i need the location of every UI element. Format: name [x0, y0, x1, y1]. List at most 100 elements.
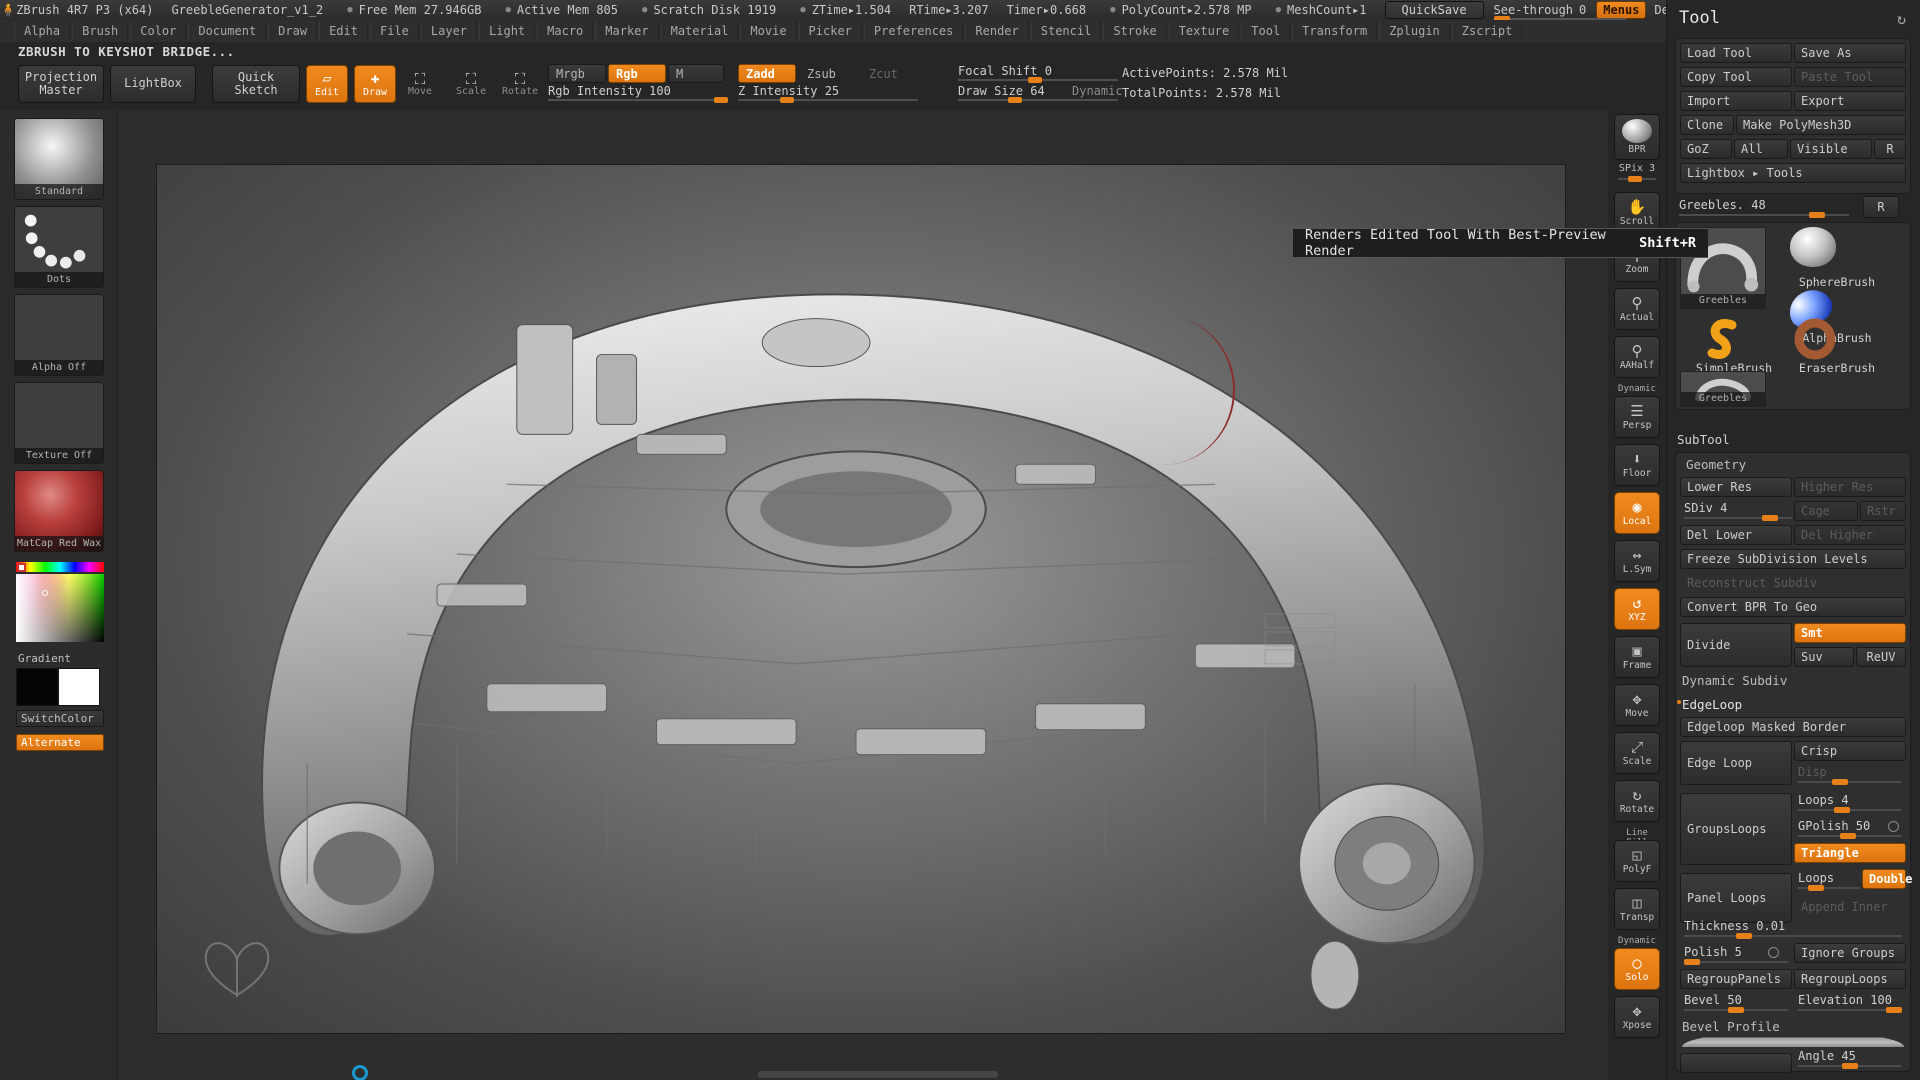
zcut-toggle[interactable]: Zcut: [862, 64, 920, 83]
menu-item-picker[interactable]: Picker: [798, 22, 862, 40]
append-inner-button[interactable]: Append Inner: [1794, 897, 1906, 917]
z-intensity-knob[interactable]: [780, 97, 794, 103]
higher-res-button[interactable]: Higher Res: [1794, 477, 1906, 497]
zadd-toggle[interactable]: Zadd: [738, 64, 796, 83]
greebles-r-button[interactable]: R: [1863, 196, 1899, 218]
copy-tool-button[interactable]: Copy Tool: [1680, 67, 1792, 87]
polyf-button[interactable]: ◱ PolyF: [1614, 840, 1660, 882]
gpolish-knob[interactable]: [1840, 833, 1856, 839]
texture-swatch[interactable]: Texture Off: [14, 382, 104, 464]
subtool-section-header[interactable]: SubTool: [1677, 432, 1730, 447]
edge-loop-button[interactable]: Edge Loop: [1680, 741, 1792, 785]
document-canvas[interactable]: [156, 164, 1566, 1080]
sdiv-slider[interactable]: SDiv 4: [1684, 501, 1792, 521]
canvas-area[interactable]: Renders Edited Tool With Best-Preview Re…: [118, 110, 1708, 1080]
xyz-button[interactable]: ↺ XYZ: [1614, 588, 1660, 630]
lightbox-button[interactable]: LightBox: [110, 65, 196, 103]
rgb-intensity-knob[interactable]: [714, 97, 728, 103]
rotate-button[interactable]: ↻ Rotate: [1614, 780, 1660, 822]
move-button[interactable]: ⛶ Move: [408, 70, 432, 97]
greebles-slider[interactable]: Greebles. 48: [1679, 198, 1849, 218]
tool-thumb-greebles-small[interactable]: Greebles: [1680, 371, 1766, 407]
focal-shift-knob[interactable]: [1028, 77, 1042, 83]
del-lower-button[interactable]: Del Lower: [1680, 525, 1792, 545]
panel-loops-slider[interactable]: Loops: [1798, 871, 1860, 891]
bevel-slider[interactable]: Bevel 50: [1684, 993, 1788, 1013]
elevation-knob[interactable]: [1886, 1007, 1902, 1013]
disp-slider-knob[interactable]: [1832, 779, 1848, 785]
menu-item-brush[interactable]: Brush: [72, 22, 129, 40]
reset-icon[interactable]: ↻: [1897, 10, 1906, 28]
xpose-button[interactable]: ✥ Xpose: [1614, 996, 1660, 1038]
tool-thumb-spherebrush[interactable]: [1782, 227, 1844, 273]
double-button[interactable]: Double: [1862, 869, 1912, 889]
thickness-knob[interactable]: [1736, 933, 1752, 939]
menu-item-draw[interactable]: Draw: [268, 22, 318, 40]
angle-knob[interactable]: [1842, 1063, 1858, 1069]
frame-button[interactable]: ▣ Frame: [1614, 636, 1660, 678]
divide-button[interactable]: Divide: [1680, 623, 1792, 667]
menu-item-tool[interactable]: Tool: [1241, 22, 1291, 40]
reconstruct-subdiv-button[interactable]: Reconstruct Subdiv: [1680, 573, 1906, 593]
m-toggle[interactable]: M: [668, 64, 724, 83]
menu-item-transform[interactable]: Transform: [1292, 22, 1378, 40]
menu-item-movie[interactable]: Movie: [740, 22, 797, 40]
ignore-groups-button[interactable]: Ignore Groups: [1794, 943, 1906, 963]
bpr-button[interactable]: BPR: [1614, 114, 1660, 160]
draw-size-knob[interactable]: [1008, 97, 1022, 103]
load-tool-button[interactable]: Load Tool: [1680, 43, 1792, 63]
scale-button[interactable]: ⤢ Scale: [1614, 732, 1660, 774]
convert-bpr-to-geo-button[interactable]: Convert BPR To Geo: [1680, 597, 1906, 617]
regroup-loops-button[interactable]: RegroupLoops: [1794, 969, 1906, 989]
make-polymesh3d-button[interactable]: Make PolyMesh3D: [1736, 115, 1906, 135]
suv-button[interactable]: Suv: [1794, 647, 1854, 667]
rgb-intensity-slider[interactable]: Rgb Intensity 100: [548, 84, 728, 103]
edit-mode-button[interactable]: ▱ Edit: [306, 65, 348, 103]
scale-button[interactable]: ⛶ Scale: [456, 70, 486, 97]
stroke-swatch-dots[interactable]: Dots: [14, 206, 104, 288]
hue-strip[interactable]: [16, 562, 104, 572]
move-button[interactable]: ✥ Move: [1614, 684, 1660, 726]
geometry-section-header[interactable]: Geometry: [1686, 457, 1746, 472]
loops-count-knob[interactable]: [1834, 807, 1850, 813]
gpolish-slider[interactable]: GPolish 50: [1798, 819, 1902, 839]
panel-loops-button[interactable]: Panel Loops: [1680, 873, 1792, 923]
primary-color-swatch[interactable]: [16, 668, 58, 706]
elevation-slider[interactable]: Elevation 100: [1798, 993, 1902, 1013]
menu-item-layer[interactable]: Layer: [420, 22, 478, 40]
menu-item-texture[interactable]: Texture: [1168, 22, 1240, 40]
projection-master-button[interactable]: Projection Master: [18, 65, 104, 103]
draw-mode-button[interactable]: ✚ Draw: [354, 65, 396, 103]
reuv-button[interactable]: ReUV: [1856, 647, 1906, 667]
lower-res-button[interactable]: Lower Res: [1680, 477, 1792, 497]
menu-item-render[interactable]: Render: [965, 22, 1029, 40]
mrgb-toggle[interactable]: Mrgb: [548, 64, 606, 83]
aahalf-button[interactable]: ⚲ AAHalf: [1614, 336, 1660, 378]
menu-item-zscript[interactable]: Zscript: [1451, 22, 1523, 40]
smt-button[interactable]: Smt: [1794, 623, 1906, 643]
rgb-toggle[interactable]: Rgb: [608, 64, 666, 83]
panel-loops-knob[interactable]: [1808, 885, 1824, 891]
menu-item-file[interactable]: File: [369, 22, 419, 40]
lsym-button[interactable]: ↔ L.Sym: [1614, 540, 1660, 582]
spix-slider-knob[interactable]: [1628, 176, 1642, 182]
menu-item-edit[interactable]: Edit: [319, 22, 368, 40]
persp-button[interactable]: ☰ Persp: [1614, 396, 1660, 438]
goz-button[interactable]: GoZ: [1680, 139, 1732, 159]
material-swatch[interactable]: MatCap Red Wax: [14, 470, 104, 552]
quick-sketch-button[interactable]: Quick Sketch: [212, 65, 300, 103]
actual-button[interactable]: ⚲ Actual: [1614, 288, 1660, 330]
rstr-button[interactable]: Rstr: [1860, 501, 1906, 521]
bevel-knob[interactable]: [1728, 1007, 1744, 1013]
all-button[interactable]: All: [1734, 139, 1788, 159]
zsub-toggle[interactable]: Zsub: [800, 64, 858, 83]
menu-item-macro[interactable]: Macro: [537, 22, 594, 40]
menu-item-color[interactable]: Color: [130, 22, 187, 40]
menu-item-zplugin[interactable]: Zplugin: [1379, 22, 1450, 40]
brush-swatch-standard[interactable]: Standard: [14, 118, 104, 200]
groupsloops-button[interactable]: GroupsLoops: [1680, 793, 1792, 865]
horizontal-scrollbar[interactable]: [758, 1071, 998, 1078]
angle-slider[interactable]: Angle 45: [1798, 1049, 1902, 1069]
polish-circle-icon[interactable]: [1768, 947, 1779, 958]
secondary-color-swatch[interactable]: [58, 668, 100, 706]
